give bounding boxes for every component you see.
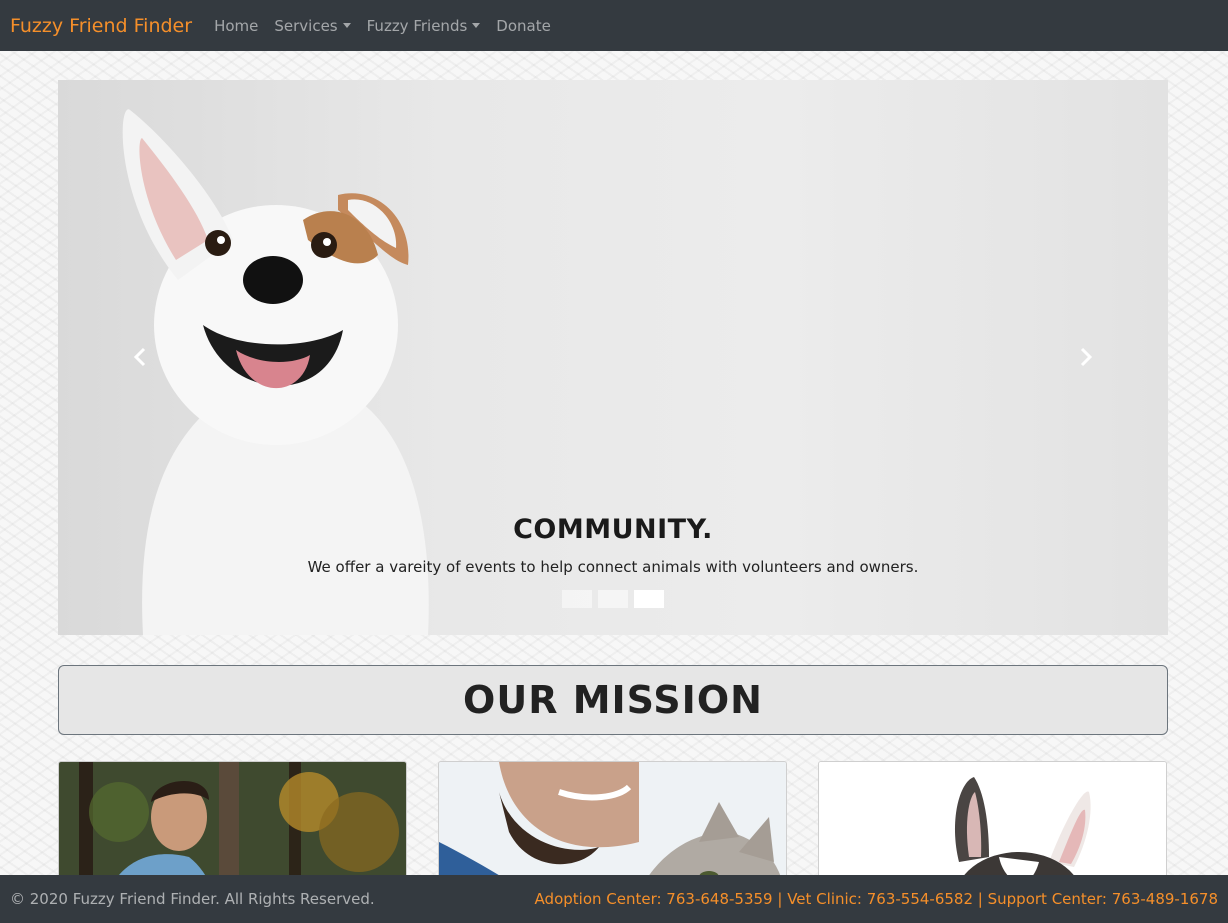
- chevron-right-icon: [1080, 347, 1093, 367]
- nav-home-label: Home: [214, 16, 259, 35]
- carousel-indicator-2[interactable]: [598, 590, 628, 608]
- hero-carousel: COMMUNITY. We offer a vareity of events …: [58, 80, 1168, 635]
- caret-down-icon: [342, 23, 351, 28]
- nav-fuzzy-friends-dropdown[interactable]: Fuzzy Friends: [367, 17, 481, 35]
- nav-donate-label: Donate: [496, 16, 551, 35]
- adoption-center-phone: Adoption Center: 763-648-5359: [534, 890, 773, 908]
- slide-description: We offer a vareity of events to help con…: [307, 558, 919, 576]
- dog-photo: [122, 109, 429, 635]
- footer: © 2020 Fuzzy Friend Finder. All Rights R…: [0, 875, 1228, 923]
- brand-link[interactable]: Fuzzy Friend Finder: [10, 15, 192, 37]
- vet-clinic-phone: Vet Clinic: 763-554-6582: [787, 890, 973, 908]
- chevron-left-icon: [133, 347, 146, 367]
- mission-heading: OUR MISSION: [58, 665, 1168, 735]
- contact-info: Adoption Center: 763-648-5359 | Vet Clin…: [535, 890, 1218, 908]
- carousel-next-button[interactable]: [1070, 342, 1100, 372]
- carousel-indicators: [562, 590, 664, 608]
- nav-services-dropdown[interactable]: Services: [274, 16, 351, 35]
- copyright-text: © 2020 Fuzzy Friend Finder. All Rights R…: [10, 890, 375, 908]
- carousel-prev-button[interactable]: [126, 342, 156, 372]
- separator: |: [977, 890, 983, 908]
- slide-title: COMMUNITY.: [513, 514, 713, 545]
- nav-home-link[interactable]: Home: [214, 17, 258, 35]
- navbar: Fuzzy Friend Finder Home Services Fuzzy …: [0, 0, 1228, 51]
- caret-down-icon: [472, 23, 481, 28]
- carousel-indicator-3[interactable]: [634, 590, 664, 608]
- nav-donate-link[interactable]: Donate: [496, 17, 551, 35]
- carousel-indicator-1[interactable]: [562, 590, 592, 608]
- separator: |: [777, 890, 783, 908]
- nav-fuzzy-friends-label: Fuzzy Friends: [366, 16, 468, 35]
- support-center-phone: Support Center: 763-489-1678: [987, 890, 1218, 908]
- nav-services-label: Services: [274, 16, 338, 35]
